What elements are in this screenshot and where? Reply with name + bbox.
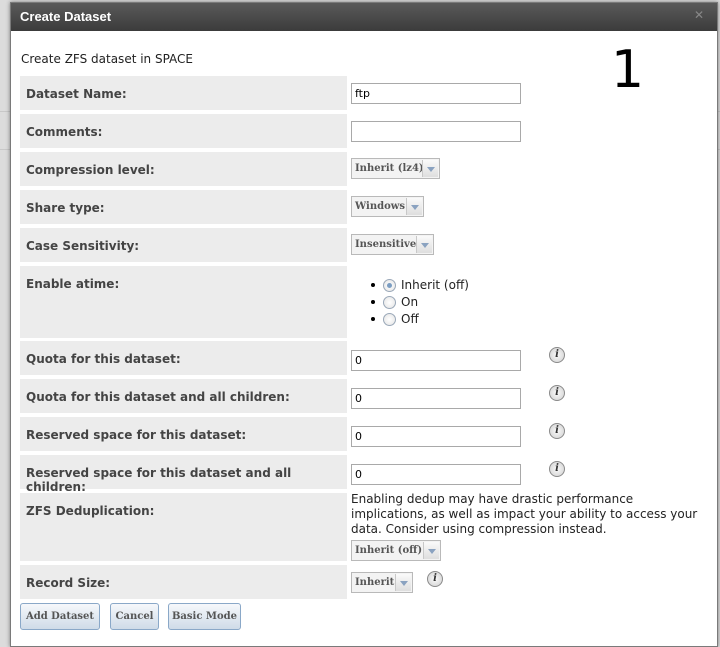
quota-children-label: Quota for this dataset and all children: bbox=[26, 390, 290, 404]
share-type-select-value: Windows bbox=[355, 201, 406, 212]
dataset-name-input[interactable] bbox=[351, 83, 521, 104]
case-sensitivity-select-value: Insensitive bbox=[355, 239, 417, 250]
label-cell-atime: Enable atime: bbox=[20, 266, 347, 338]
atime-label: Enable atime: bbox=[26, 277, 120, 291]
cancel-button[interactable]: Cancel bbox=[110, 603, 159, 630]
label-cell-dedup: ZFS Deduplication: bbox=[20, 493, 347, 561]
reserved-input[interactable] bbox=[351, 426, 521, 447]
share-type-label: Share type: bbox=[26, 201, 105, 215]
annotation-number: 1 bbox=[611, 40, 645, 100]
info-icon[interactable]: i bbox=[549, 347, 565, 363]
reserved-children-input[interactable] bbox=[351, 464, 521, 485]
dialog-heading: Create ZFS dataset in SPACE bbox=[21, 52, 194, 66]
radio-checked-icon[interactable] bbox=[383, 279, 396, 292]
reserved-children-label: Reserved space for this dataset and all … bbox=[26, 466, 292, 494]
case-sensitivity-select[interactable]: Insensitive bbox=[351, 234, 434, 255]
dedup-label: ZFS Deduplication: bbox=[26, 504, 155, 518]
radio-unchecked-icon[interactable] bbox=[383, 313, 396, 326]
label-cell-compression: Compression level: bbox=[20, 152, 347, 186]
add-dataset-button[interactable]: Add Dataset bbox=[20, 603, 100, 630]
label-cell-quota: Quota for this dataset: bbox=[20, 341, 347, 375]
close-icon[interactable]: ✕ bbox=[693, 9, 705, 21]
info-icon[interactable]: i bbox=[549, 385, 565, 401]
chevron-down-icon[interactable] bbox=[395, 574, 411, 591]
dialog-titlebar: Create Dataset ✕ bbox=[11, 3, 717, 31]
dedup-select[interactable]: Inherit (off) bbox=[351, 540, 441, 561]
record-size-select-value: Inherit bbox=[355, 577, 395, 588]
info-icon[interactable]: i bbox=[427, 571, 443, 587]
dedup-warning-text: Enabling dedup may have drastic performa… bbox=[351, 492, 698, 536]
reserved-label: Reserved space for this dataset: bbox=[26, 428, 247, 442]
bullet-icon bbox=[371, 317, 375, 321]
label-cell-case-sensitivity: Case Sensitivity: bbox=[20, 228, 347, 262]
label-cell-share-type: Share type: bbox=[20, 190, 347, 224]
quota-children-input[interactable] bbox=[351, 388, 521, 409]
comments-label: Comments: bbox=[26, 125, 103, 139]
label-cell-comments: Comments: bbox=[20, 114, 347, 148]
label-cell-reserved: Reserved space for this dataset: bbox=[20, 417, 347, 451]
chevron-down-icon[interactable] bbox=[416, 236, 432, 253]
dialog-title: Create Dataset bbox=[20, 9, 112, 24]
bullet-icon bbox=[371, 300, 375, 304]
compression-select-value: Inherit (lz4) bbox=[355, 163, 424, 174]
comments-input[interactable] bbox=[351, 121, 521, 142]
atime-option-label: On bbox=[401, 295, 419, 309]
label-cell-dataset-name: Dataset Name: bbox=[20, 76, 347, 110]
info-icon[interactable]: i bbox=[549, 461, 565, 477]
radio-unchecked-icon[interactable] bbox=[383, 296, 396, 309]
bullet-icon bbox=[371, 283, 375, 287]
label-cell-reserved-children: Reserved space for this dataset and all … bbox=[20, 455, 347, 494]
atime-option-label: Inherit (off) bbox=[401, 278, 469, 292]
label-cell-quota-children: Quota for this dataset and all children: bbox=[20, 379, 347, 413]
case-sensitivity-label: Case Sensitivity: bbox=[26, 239, 140, 253]
chevron-down-icon[interactable] bbox=[423, 542, 439, 559]
basic-mode-button[interactable]: Basic Mode bbox=[168, 603, 241, 630]
record-size-select[interactable]: Inherit bbox=[351, 572, 413, 593]
share-type-select[interactable]: Windows bbox=[351, 196, 424, 217]
atime-option-label: Off bbox=[401, 312, 419, 326]
quota-input[interactable] bbox=[351, 350, 521, 371]
compression-label: Compression level: bbox=[26, 163, 155, 177]
chevron-down-icon[interactable] bbox=[422, 160, 438, 177]
chevron-down-icon[interactable] bbox=[406, 198, 422, 215]
info-icon[interactable]: i bbox=[549, 423, 565, 439]
quota-label: Quota for this dataset: bbox=[26, 352, 181, 366]
record-size-label: Record Size: bbox=[26, 576, 111, 590]
dataset-name-label: Dataset Name: bbox=[26, 87, 127, 101]
compression-select[interactable]: Inherit (lz4) bbox=[351, 158, 440, 179]
dedup-select-value: Inherit (off) bbox=[355, 545, 423, 556]
label-cell-record-size: Record Size: bbox=[20, 565, 347, 599]
